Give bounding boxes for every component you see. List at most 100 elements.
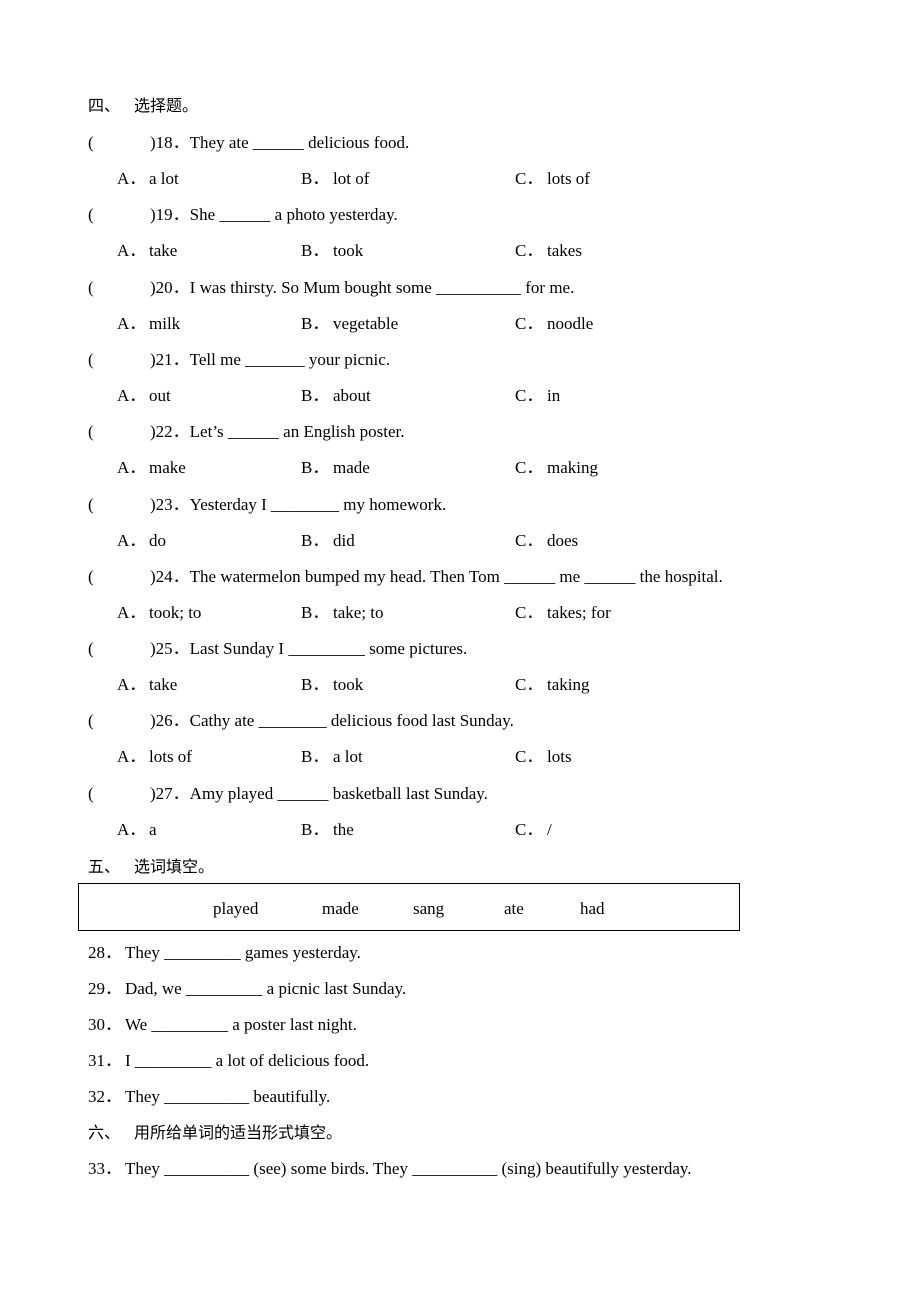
option-label: C． bbox=[515, 241, 544, 260]
word-bank-word: had bbox=[580, 899, 605, 918]
option-row: A． make B． made C． making bbox=[0, 458, 920, 478]
section-heading-5: 五、 选词填空。 bbox=[88, 857, 214, 877]
section-number: 四、 bbox=[88, 96, 121, 115]
item-text: They _________ games yesterday. bbox=[125, 943, 361, 962]
option-label: C． bbox=[515, 531, 544, 550]
answer-paren[interactable]: ( bbox=[88, 133, 94, 153]
option-label: B． bbox=[301, 314, 330, 333]
option-text: lots bbox=[547, 747, 572, 766]
option-label: B． bbox=[301, 820, 330, 839]
option-label: A． bbox=[117, 603, 147, 622]
option-c: C． lots of bbox=[515, 169, 590, 189]
option-text: noodle bbox=[547, 314, 594, 333]
question-text: )23．Yesterday I ________ my homework. bbox=[150, 495, 447, 514]
option-label: A． bbox=[117, 531, 147, 550]
option-label: B． bbox=[301, 747, 330, 766]
option-label: C． bbox=[515, 169, 544, 188]
fill-item: 30． We _________ a poster last night. bbox=[88, 1015, 357, 1035]
option-a: A． milk bbox=[117, 314, 180, 334]
option-label: A． bbox=[117, 675, 147, 694]
option-label: B． bbox=[301, 675, 330, 694]
option-text: in bbox=[547, 386, 561, 405]
option-b: B． made bbox=[301, 458, 370, 478]
option-text: did bbox=[333, 531, 355, 550]
option-row: A． a B． the C． / bbox=[0, 820, 920, 840]
option-text: a bbox=[149, 820, 157, 839]
answer-paren[interactable]: ( bbox=[88, 495, 94, 515]
option-text: took bbox=[333, 675, 364, 694]
option-label: B． bbox=[301, 603, 330, 622]
question-text: )27．Amy played ______ basketball last Su… bbox=[150, 784, 488, 803]
fill-item: 31． I _________ a lot of delicious food. bbox=[88, 1051, 369, 1071]
option-text: out bbox=[149, 386, 171, 405]
option-text: lots of bbox=[547, 169, 590, 188]
word-bank-box: played made sang ate had bbox=[78, 883, 740, 931]
answer-paren[interactable]: ( bbox=[88, 639, 94, 659]
answer-paren[interactable]: ( bbox=[88, 205, 94, 225]
answer-paren[interactable]: ( bbox=[88, 711, 94, 731]
option-b: B． did bbox=[301, 531, 355, 551]
option-label: A． bbox=[117, 747, 147, 766]
item-text: They __________ beautifully. bbox=[125, 1087, 331, 1106]
option-text: took; to bbox=[149, 603, 202, 622]
option-text: the bbox=[333, 820, 354, 839]
option-label: C． bbox=[515, 458, 544, 477]
fill-item: 28． They _________ games yesterday. bbox=[88, 943, 361, 963]
question-text: )22．Let’s ______ an English poster. bbox=[150, 422, 405, 441]
option-text: / bbox=[547, 820, 552, 839]
option-label: A． bbox=[117, 169, 147, 188]
option-row: A． a lot B． lot of C． lots of bbox=[0, 169, 920, 189]
option-text: do bbox=[149, 531, 166, 550]
option-b: B． lot of bbox=[301, 169, 369, 189]
option-b: B． took bbox=[301, 675, 363, 695]
option-a: A． take bbox=[117, 675, 177, 695]
option-c: C． takes bbox=[515, 241, 582, 261]
answer-paren[interactable]: ( bbox=[88, 784, 94, 804]
question-text: )21．Tell me _______ your picnic. bbox=[150, 350, 391, 369]
option-b: B． about bbox=[301, 386, 371, 406]
item-text: Dad, we _________ a picnic last Sunday. bbox=[125, 979, 407, 998]
option-label: B． bbox=[301, 169, 330, 188]
option-text: takes bbox=[547, 241, 582, 260]
option-text: took bbox=[333, 241, 364, 260]
option-a: A． a bbox=[117, 820, 157, 840]
question-text: )19．She ______ a photo yesterday. bbox=[150, 205, 398, 224]
option-text: taking bbox=[547, 675, 590, 694]
option-a: A． lots of bbox=[117, 747, 192, 767]
option-label: C． bbox=[515, 747, 544, 766]
option-b: B． took bbox=[301, 241, 363, 261]
option-c: C． noodle bbox=[515, 314, 593, 334]
option-a: A． took; to bbox=[117, 603, 201, 623]
option-row: A． take B． took C． taking bbox=[0, 675, 920, 695]
option-b: B． the bbox=[301, 820, 354, 840]
option-row: A． take B． took C． takes bbox=[0, 241, 920, 261]
option-c: C． / bbox=[515, 820, 552, 840]
answer-paren[interactable]: ( bbox=[88, 567, 94, 587]
option-a: A． take bbox=[117, 241, 177, 261]
answer-paren[interactable]: ( bbox=[88, 422, 94, 442]
option-text: lots of bbox=[149, 747, 192, 766]
option-label: C． bbox=[515, 386, 544, 405]
question-text: )26．Cathy ate ________ delicious food la… bbox=[150, 711, 514, 730]
option-text: lot of bbox=[333, 169, 370, 188]
answer-paren[interactable]: ( bbox=[88, 350, 94, 370]
option-row: A． took; to B． take; to C． takes; for bbox=[0, 603, 920, 623]
item-number: 33． bbox=[88, 1159, 122, 1178]
answer-paren[interactable]: ( bbox=[88, 278, 94, 298]
word-bank-word: played bbox=[213, 899, 259, 918]
option-c: C． does bbox=[515, 531, 578, 551]
option-row: A． do B． did C． does bbox=[0, 531, 920, 551]
option-text: vegetable bbox=[333, 314, 399, 333]
question-text: )20．I was thirsty. So Mum bought some __… bbox=[150, 278, 575, 297]
item-text: They __________ (see) some birds. They _… bbox=[125, 1159, 692, 1178]
option-text: takes; for bbox=[547, 603, 611, 622]
option-label: A． bbox=[117, 820, 147, 839]
item-number: 31． bbox=[88, 1051, 122, 1070]
option-text: a lot bbox=[149, 169, 179, 188]
item-text: I _________ a lot of delicious food. bbox=[125, 1051, 370, 1070]
item-number: 28． bbox=[88, 943, 122, 962]
option-a: A． do bbox=[117, 531, 166, 551]
section-number: 五、 bbox=[88, 857, 121, 876]
option-text: does bbox=[547, 531, 579, 550]
option-a: A． out bbox=[117, 386, 171, 406]
